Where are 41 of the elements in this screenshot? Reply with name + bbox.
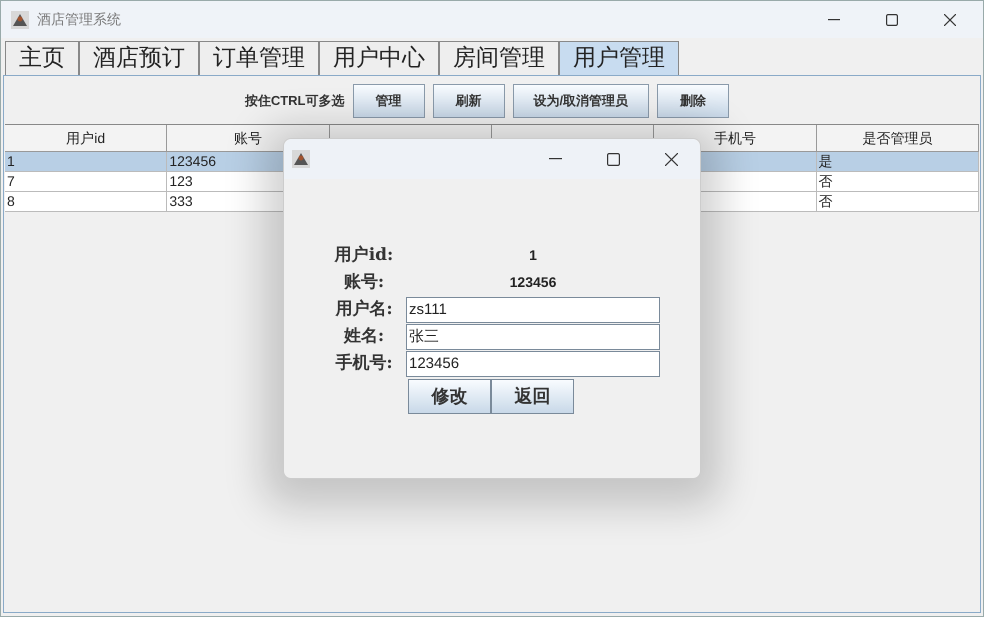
table-cell: 123456: [169, 153, 216, 169]
tab[interactable]: 酒店预订: [79, 41, 199, 75]
table-cell: 8: [7, 193, 15, 209]
table-cell: 是: [818, 153, 833, 169]
field-label: 用户名:: [334, 298, 394, 321]
field-label: 用户id:: [333, 244, 394, 267]
app-icon: [292, 150, 310, 168]
minimize-icon: [548, 158, 562, 160]
app-icon: [11, 10, 29, 28]
input-field[interactable]: zs111: [406, 296, 660, 322]
tab[interactable]: 用户中心: [319, 41, 439, 75]
field-label: 姓名:: [342, 324, 386, 348]
table-cell: 7: [7, 173, 15, 189]
maximize-icon: [886, 14, 898, 26]
tab[interactable]: 用户管理: [559, 41, 679, 75]
tab[interactable]: 主页: [5, 41, 79, 75]
field-value: 123456: [508, 273, 558, 292]
table-cell: 123: [169, 173, 193, 189]
toolbar-button[interactable]: 删除: [657, 84, 730, 118]
maximize-icon: [606, 152, 620, 166]
toolbar-button[interactable]: 管理: [352, 84, 425, 118]
field-label: 账号:: [342, 270, 386, 294]
dialog-button[interactable]: 返回: [491, 379, 574, 414]
field-value: 1: [528, 246, 538, 265]
tab[interactable]: 房间管理: [439, 41, 559, 75]
toolbar-button[interactable]: 刷新: [432, 84, 505, 118]
input-field[interactable]: 123456: [406, 350, 660, 376]
window-title: 酒店管理系统: [37, 10, 121, 29]
minimize-icon: [828, 18, 840, 20]
table-cell: 333: [169, 193, 193, 209]
table-cell: 否: [818, 193, 833, 209]
close-icon: [944, 14, 956, 26]
tab[interactable]: 订单管理: [199, 41, 319, 75]
close-icon: [664, 152, 678, 166]
field-label: 手机号:: [334, 352, 394, 375]
input-field[interactable]: 张三: [406, 324, 660, 350]
table-cell: 1: [7, 153, 15, 169]
toolbar-button[interactable]: 设为/取消管理员: [512, 84, 650, 118]
dialog-button[interactable]: 修改: [408, 379, 491, 414]
table-cell: 否: [818, 173, 833, 189]
multi-select-hint: 按住CTRL可多选: [244, 92, 345, 110]
